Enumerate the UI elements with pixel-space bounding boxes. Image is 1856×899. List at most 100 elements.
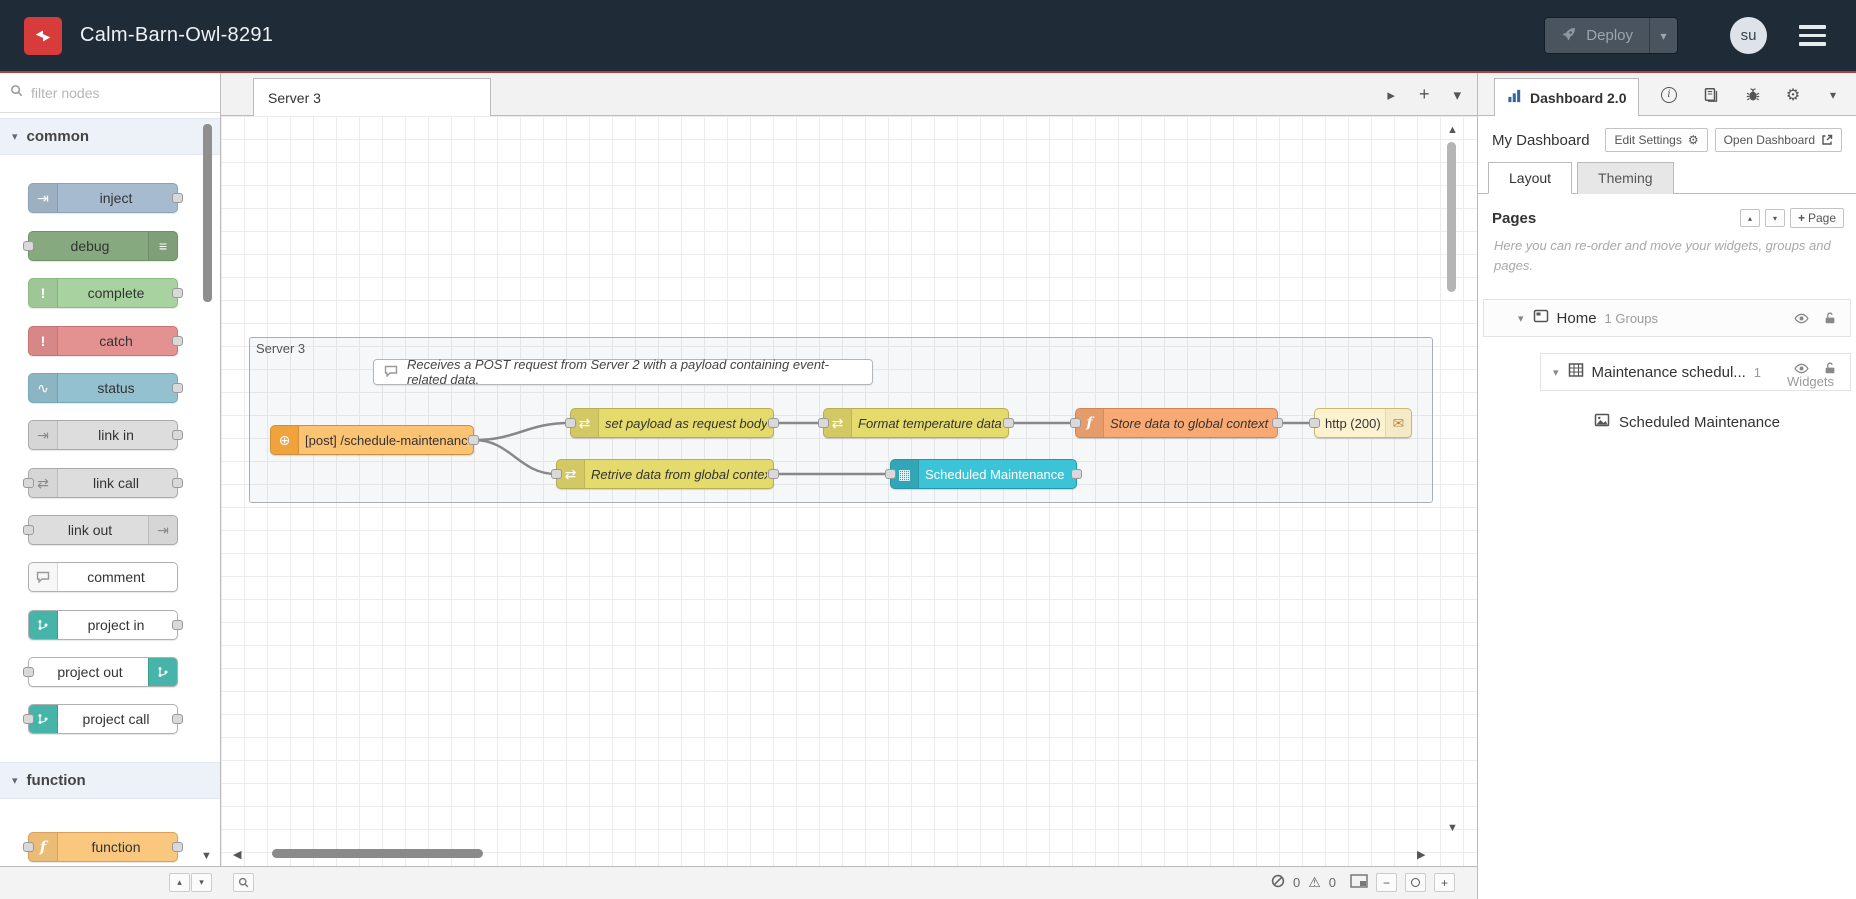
tree-row-widget-scheduled-maintenance[interactable]: Scheduled Maintenance: [1594, 407, 1851, 437]
output-port[interactable]: [172, 620, 183, 630]
input-port[interactable]: [23, 667, 34, 677]
navigator-toggle[interactable]: [1350, 874, 1368, 891]
comment-node[interactable]: Receives a POST request from Server 2 wi…: [373, 357, 873, 387]
output-port[interactable]: [468, 435, 479, 445]
vertical-scrollbar[interactable]: ▲ ▼: [1445, 124, 1459, 836]
help-tab-button[interactable]: [1696, 73, 1726, 116]
palette-category-common[interactable]: ▾ common: [0, 118, 220, 155]
zoom-out-button[interactable]: −: [1376, 873, 1397, 892]
open-dashboard-button[interactable]: Open Dashboard: [1714, 128, 1842, 152]
palette-node-inject[interactable]: ⇥ inject: [28, 183, 183, 213]
input-port[interactable]: [551, 469, 562, 479]
expand-all-button[interactable]: ▾: [1764, 209, 1785, 227]
info-tab-button[interactable]: i: [1654, 73, 1684, 116]
sidebar-options-caret[interactable]: ▾: [1818, 73, 1848, 116]
palette-node-debug[interactable]: ≡ debug: [23, 231, 178, 261]
tree-row-group-maintenance[interactable]: ▾ Maintenance schedul... 1 Widgets: [1540, 353, 1851, 391]
palette-search-input[interactable]: [31, 84, 181, 101]
vertical-scrollbar-thumb[interactable]: [1447, 142, 1456, 292]
output-port[interactable]: [172, 336, 183, 346]
palette-node-project-call[interactable]: project call: [23, 704, 183, 734]
scroll-down-icon[interactable]: ▼: [1447, 822, 1458, 834]
scroll-up-icon[interactable]: ▲: [1447, 124, 1458, 136]
flow-node-http-response[interactable]: ✉ http (200): [1309, 408, 1412, 438]
palette-node-function[interactable]: f function: [23, 832, 183, 862]
scroll-right-icon[interactable]: ▶: [1417, 848, 1425, 861]
collapse-all-button[interactable]: ▴: [1739, 209, 1760, 227]
node-label: Scheduled Maintenance: [925, 466, 1065, 482]
output-port[interactable]: [768, 469, 779, 479]
deploy-options-caret[interactable]: ▾: [1649, 18, 1677, 53]
zoom-reset-button[interactable]: [1405, 873, 1426, 892]
input-port[interactable]: [818, 418, 829, 428]
flow-node-ui-table[interactable]: ▦ Scheduled Maintenance: [885, 459, 1082, 489]
palette-category-function[interactable]: ▾ function: [0, 762, 220, 799]
chevron-down-icon[interactable]: ▾: [1553, 366, 1559, 379]
debug-tab-button[interactable]: [1738, 73, 1768, 116]
tab-theming[interactable]: Theming: [1577, 162, 1674, 194]
flow-node-change-format-temperature[interactable]: ⇄ Format temperature data.: [818, 408, 1014, 438]
lock-toggle[interactable]: [1820, 308, 1840, 328]
output-port[interactable]: [172, 842, 183, 852]
palette-scrollbar-thumb[interactable]: [203, 124, 212, 302]
input-port[interactable]: [885, 469, 896, 479]
horizontal-scrollbar[interactable]: ◀ ▶: [221, 845, 1441, 861]
input-port[interactable]: [1309, 418, 1320, 428]
output-port[interactable]: [172, 288, 183, 298]
scroll-left-icon[interactable]: ◀: [233, 848, 241, 861]
output-port[interactable]: [1071, 469, 1082, 479]
palette-node-status[interactable]: ∿ status: [28, 373, 183, 403]
add-flow-button[interactable]: +: [1419, 84, 1430, 105]
flow-node-http-in[interactable]: ⊕ [post] /schedule-maintenance: [270, 425, 479, 455]
palette-node-project-out[interactable]: project out: [23, 657, 178, 687]
input-port[interactable]: [23, 478, 34, 488]
palette-node-comment[interactable]: comment: [28, 562, 178, 592]
flow-tab-server-3[interactable]: Server 3: [253, 78, 491, 116]
user-avatar[interactable]: su: [1730, 17, 1767, 54]
output-port[interactable]: [172, 478, 183, 488]
settings-tab-button[interactable]: ⚙: [1778, 73, 1808, 116]
output-port[interactable]: [172, 383, 183, 393]
palette-node-link-out[interactable]: ⇥ link out: [23, 515, 178, 545]
main-menu-button[interactable]: [1795, 21, 1830, 50]
output-port[interactable]: [1272, 418, 1283, 428]
input-port[interactable]: [23, 525, 34, 535]
input-port[interactable]: [565, 418, 576, 428]
tab-scroll-right-icon[interactable]: ▸: [1387, 86, 1395, 104]
palette-expand-all-button[interactable]: ▾: [191, 873, 212, 892]
sidebar-tab-dashboard[interactable]: Dashboard 2.0: [1494, 78, 1640, 116]
flow-list-caret-icon[interactable]: ▾: [1453, 86, 1461, 104]
flow-canvas[interactable]: Server 3 Receives a POST request from Se…: [221, 116, 1477, 866]
palette-node-complete[interactable]: ! complete: [28, 278, 183, 308]
palette-scroll-down-icon[interactable]: ▼: [201, 850, 212, 862]
tab-layout[interactable]: Layout: [1488, 162, 1573, 194]
palette-collapse-all-button[interactable]: ▴: [169, 873, 190, 892]
palette-node-project-in[interactable]: project in: [28, 610, 183, 640]
deploy-button[interactable]: Deploy ▾: [1544, 17, 1678, 54]
horizontal-scrollbar-thumb[interactable]: [272, 849, 483, 858]
deploy-main[interactable]: Deploy: [1545, 18, 1649, 53]
output-port[interactable]: [172, 714, 183, 724]
output-port[interactable]: [172, 193, 183, 203]
edit-settings-button[interactable]: Edit Settings ⚙: [1605, 128, 1708, 152]
zoom-in-button[interactable]: +: [1434, 873, 1455, 892]
output-port[interactable]: [1003, 418, 1014, 428]
search-flows-button[interactable]: [233, 873, 254, 892]
output-port[interactable]: [172, 430, 183, 440]
chevron-down-icon[interactable]: ▾: [1518, 312, 1524, 325]
flow-node-change-set-payload[interactable]: ⇄ set payload as request body: [565, 408, 779, 438]
input-port[interactable]: [23, 842, 34, 852]
flow-node-function-store-global[interactable]: f Store data to global context: [1070, 408, 1283, 438]
input-port[interactable]: [23, 241, 34, 251]
palette-search[interactable]: [0, 73, 220, 113]
flow-node-change-retrieve-global[interactable]: ⇄ Retrive data from global context: [551, 459, 779, 489]
visibility-toggle[interactable]: [1791, 308, 1811, 328]
input-port[interactable]: [1070, 418, 1081, 428]
tree-row-page-home[interactable]: ▾ Home 1 Groups: [1483, 299, 1851, 337]
input-port[interactable]: [23, 714, 34, 724]
palette-node-link-in[interactable]: ⇥ link in: [28, 420, 183, 450]
add-page-button[interactable]: + Page: [1789, 208, 1844, 228]
output-port[interactable]: [768, 418, 779, 428]
palette-node-link-call[interactable]: ⇄ link call: [23, 468, 183, 498]
palette-node-catch[interactable]: ! catch: [28, 326, 183, 356]
